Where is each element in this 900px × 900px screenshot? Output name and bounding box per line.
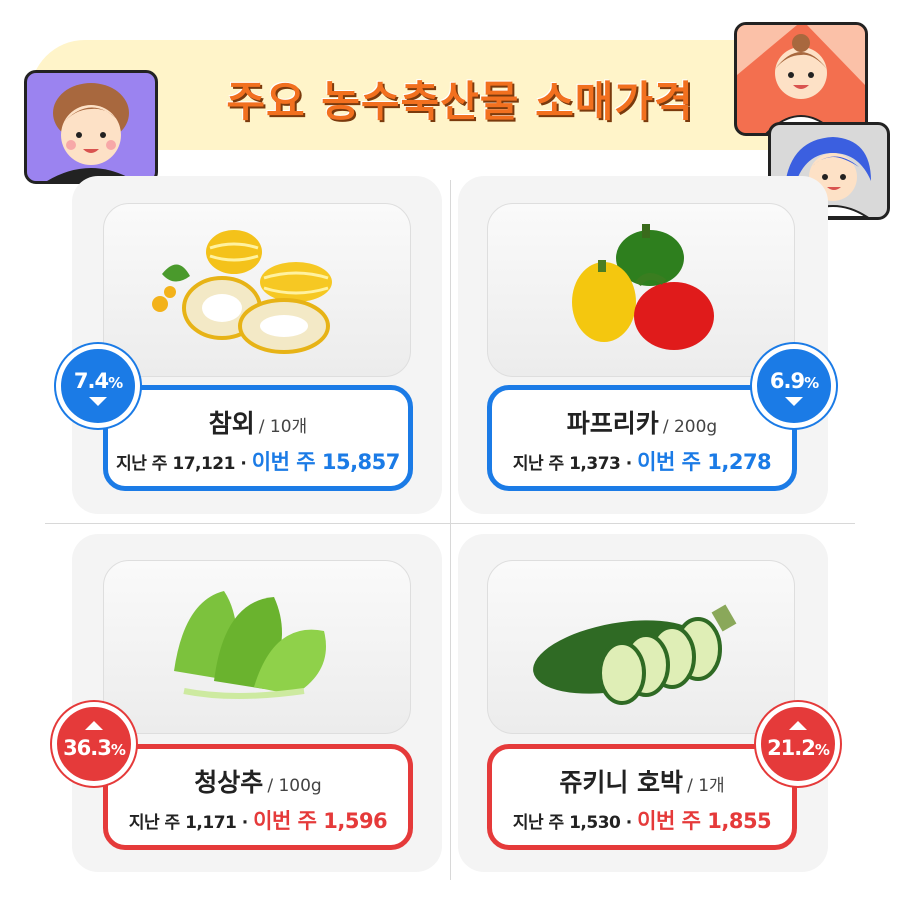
- product-unit: / 10개: [258, 417, 308, 437]
- this-week-price: 이번 주 1,855: [637, 809, 772, 833]
- product-name: 파프리카: [566, 409, 659, 438]
- percent-sign: %: [110, 741, 126, 759]
- product-name: 참외: [208, 409, 255, 438]
- product-name: 청상추: [194, 768, 264, 797]
- change-value: 6.9: [769, 369, 805, 393]
- percent-sign: %: [804, 374, 819, 392]
- korean-melon-photo: [103, 203, 411, 377]
- this-week-price: 이번 주 15,857: [251, 450, 401, 474]
- arrow-up-icon: [85, 721, 103, 730]
- avatar-woman-top-right: [734, 22, 868, 136]
- price-box-korean-melon: 참외/ 10개 지난 주 17,121 · 이번 주 15,857: [103, 385, 413, 491]
- last-week-price: 지난 주 1,171 ·: [128, 813, 248, 833]
- vertical-divider: [450, 180, 451, 880]
- percent-sign: %: [814, 741, 830, 759]
- percent-sign: %: [108, 374, 123, 392]
- product-name: 쥬키니 호박: [559, 768, 684, 797]
- change-badge-zucchini: 21.2%: [756, 702, 840, 786]
- change-badge-korean-melon: 7.4%: [56, 344, 140, 428]
- change-value: 7.4: [73, 369, 109, 393]
- last-week-price: 지난 주 17,121 ·: [116, 454, 247, 474]
- arrow-up-icon: [789, 721, 807, 730]
- arrow-down-icon: [785, 397, 803, 406]
- lettuce-photo: [103, 560, 411, 734]
- last-week-price: 지난 주 1,530 ·: [512, 813, 632, 833]
- change-badge-lettuce: 36.3%: [52, 702, 136, 786]
- change-value: 21.2: [767, 736, 816, 760]
- arrow-down-icon: [89, 397, 107, 406]
- horizontal-divider: [45, 523, 855, 524]
- page-title: 주요 농수축산물 소매가격: [226, 77, 694, 126]
- this-week-price: 이번 주 1,278: [637, 450, 772, 474]
- zucchini-photo: [487, 560, 795, 734]
- change-value: 36.3: [63, 736, 112, 760]
- product-unit: / 100g: [267, 776, 322, 796]
- price-box-zucchini: 쥬키니 호박/ 1개 지난 주 1,530 · 이번 주 1,855: [487, 744, 797, 850]
- price-box-lettuce: 청상추/ 100g 지난 주 1,171 · 이번 주 1,596: [103, 744, 413, 850]
- avatar-woman-left: [24, 70, 158, 184]
- last-week-price: 지난 주 1,373 ·: [512, 454, 632, 474]
- paprika-photo: [487, 203, 795, 377]
- price-box-paprika: 파프리카/ 200g 지난 주 1,373 · 이번 주 1,278: [487, 385, 797, 491]
- change-badge-paprika: 6.9%: [752, 344, 836, 428]
- product-unit: / 200g: [662, 417, 718, 437]
- product-unit: / 1개: [687, 776, 725, 796]
- this-week-price: 이번 주 1,596: [253, 809, 388, 833]
